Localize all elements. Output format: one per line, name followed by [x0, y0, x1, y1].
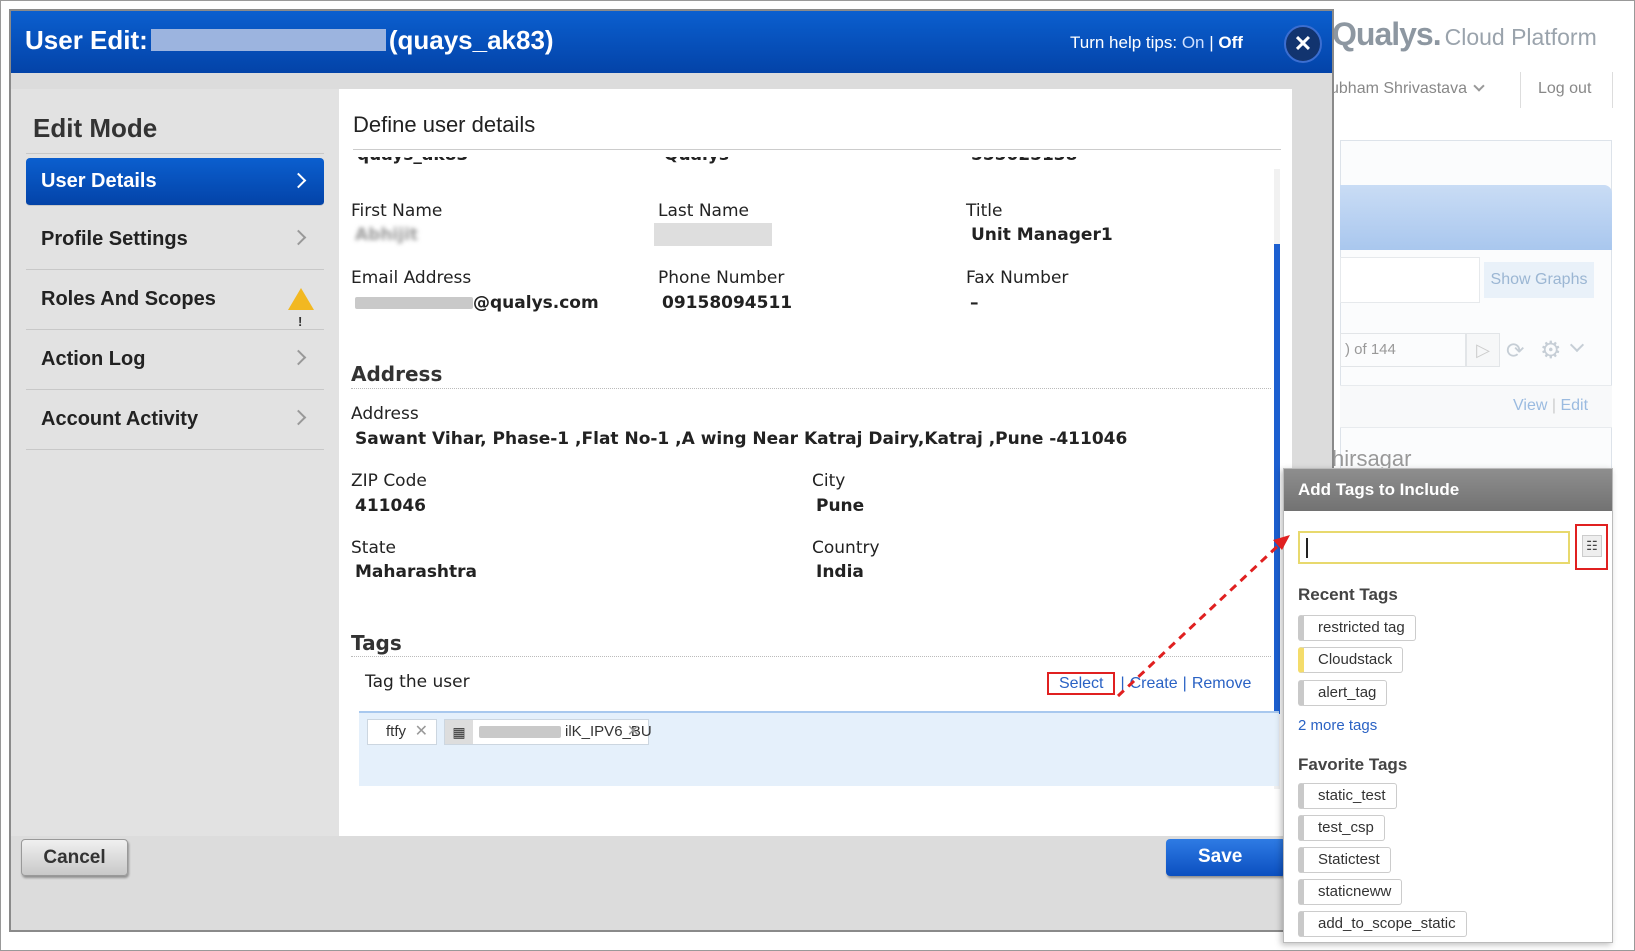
first-name-value: Abhijit: [355, 225, 419, 245]
favorite-tags-heading: Favorite Tags: [1298, 755, 1408, 774]
address-section-heading: Address: [351, 362, 443, 386]
divider: [1612, 72, 1613, 108]
help-tips-off[interactable]: Off: [1218, 33, 1243, 52]
chevron-down-icon: [1473, 80, 1485, 92]
logout-link[interactable]: Log out: [1538, 80, 1591, 98]
remove-tag-icon[interactable]: ✕: [627, 720, 640, 744]
remove-tag-link[interactable]: Remove: [1192, 675, 1252, 692]
tree-view-icon: ☷: [1582, 535, 1602, 557]
chevron-right-icon: [290, 409, 307, 426]
email-label: Email Address: [351, 268, 472, 288]
favorite-tag[interactable]: test_csp: [1298, 815, 1385, 841]
next-page-button[interactable]: ▷: [1466, 333, 1500, 367]
recent-tags-heading: Recent Tags: [1298, 585, 1398, 604]
dialog-title: User Edit: (quays_ak83): [25, 25, 554, 55]
state-label: State: [351, 538, 396, 558]
tag-the-user-label: Tag the user: [365, 672, 470, 692]
cancel-button[interactable]: Cancel: [21, 839, 128, 876]
redacted-last-name: [654, 223, 772, 246]
tags-section-heading: Tags: [351, 631, 402, 655]
redacted-email: [355, 297, 473, 309]
add-tags-popup: Add Tags to Include ☷ Recent Tags restri…: [1283, 468, 1613, 943]
warning-icon: !: [288, 288, 314, 329]
first-name-label: First Name: [351, 201, 443, 221]
tag-actions: Select | Create | Remove: [1047, 672, 1252, 695]
chevron-right-icon: [290, 229, 307, 246]
sidebar-item-user-details[interactable]: User Details: [26, 158, 324, 206]
sidebar-item-action-log[interactable]: Action Log: [26, 330, 324, 390]
qualys-logo: Qualys. Cloud Platform: [1332, 16, 1597, 52]
help-tips-on[interactable]: On: [1182, 33, 1205, 52]
address-label: Address: [351, 404, 419, 424]
building-icon: ▦: [445, 720, 473, 744]
chevron-right-icon: [290, 172, 307, 189]
phone-value: 09158094511: [662, 293, 793, 313]
phone-label: Phone Number: [658, 268, 785, 288]
remove-tag-icon[interactable]: ✕: [415, 720, 428, 744]
view-edit-links[interactable]: View | Edit: [1513, 397, 1588, 415]
tag-chip[interactable]: ▦ ilK_IPV6_BU ✕: [444, 719, 652, 745]
show-graphs-button[interactable]: Show Graphs: [1484, 262, 1594, 298]
page-title: Define user details: [353, 112, 536, 137]
title-label: Title: [966, 201, 1003, 221]
tree-view-button[interactable]: ☷: [1575, 524, 1608, 570]
recent-tag[interactable]: Cloudstack: [1298, 647, 1404, 673]
sidebar-item-account-activity[interactable]: Account Activity: [26, 390, 324, 450]
edit-mode-heading: Edit Mode: [33, 113, 158, 143]
help-tips-toggle: Turn help tips: On | Off: [1070, 33, 1243, 52]
user-menu[interactable]: ubham Shrivastava: [1330, 80, 1485, 98]
title-value: Unit Manager1: [971, 225, 1113, 245]
divider: [351, 656, 1271, 657]
edit-sidebar: Edit Mode User Details Profile Settings …: [11, 89, 339, 836]
close-icon[interactable]: ✕: [1284, 25, 1322, 63]
more-tags-link[interactable]: 2 more tags: [1298, 717, 1377, 734]
user-edit-dialog: User Edit: (quays_ak83) Turn help tips: O…: [9, 9, 1334, 932]
address-value: Sawant Vihar, Phase-1 ,Flat No-1 ,A wing…: [355, 429, 1128, 449]
text-cursor: [1306, 538, 1308, 558]
tag-search-input[interactable]: [1298, 531, 1570, 564]
sidebar-item-profile-settings[interactable]: Profile Settings: [26, 210, 324, 270]
recent-tag[interactable]: alert_tag: [1298, 680, 1388, 706]
country-value: India: [816, 562, 864, 582]
zip-label: ZIP Code: [351, 471, 427, 491]
recent-tag[interactable]: restricted tag: [1298, 615, 1416, 641]
zip-value: 411046: [355, 496, 426, 516]
refresh-icon[interactable]: ⟳: [1506, 338, 1524, 364]
pager-text: ) of 144: [1340, 333, 1466, 367]
fax-value: –: [970, 293, 979, 313]
tag-chip[interactable]: ftfy ✕: [367, 719, 437, 745]
city-label: City: [812, 471, 846, 491]
scrollbar-thumb[interactable]: [1274, 244, 1280, 714]
last-name-label: Last Name: [658, 201, 749, 221]
redacted-tag-prefix: [479, 726, 561, 738]
assigned-tags-area[interactable]: ftfy ✕ ▦ ilK_IPV6_BU ✕: [359, 711, 1279, 786]
select-tags-link[interactable]: Select: [1047, 672, 1116, 695]
redacted-name: [150, 29, 386, 52]
clipped-values-row: quays_ak83 Qualys 555025138: [339, 157, 1269, 169]
email-value: @qualys.com: [355, 293, 599, 313]
background-panel-header: [1340, 185, 1612, 250]
favorite-tag[interactable]: Statictest: [1298, 847, 1391, 873]
sidebar-item-roles-and-scopes[interactable]: Roles And Scopes!: [26, 270, 324, 330]
favorite-tag[interactable]: staticneww: [1298, 879, 1403, 905]
favorite-tag[interactable]: add_to_scope_static: [1298, 911, 1467, 937]
create-tag-link[interactable]: Create: [1130, 675, 1178, 692]
user-details-panel: Define user details quays_ak83 Qualys 55…: [339, 89, 1292, 836]
divider: [353, 149, 1281, 150]
background-search-input[interactable]: [1340, 257, 1480, 303]
country-label: Country: [812, 538, 880, 558]
popup-title: Add Tags to Include: [1284, 469, 1612, 511]
divider: [1520, 72, 1521, 108]
city-value: Pune: [816, 496, 865, 516]
favorite-tag[interactable]: static_test: [1298, 783, 1397, 809]
gear-icon[interactable]: ⚙: [1540, 336, 1562, 365]
chevron-right-icon: [290, 349, 307, 366]
dialog-header: User Edit: (quays_ak83) Turn help tips: O…: [11, 11, 1332, 73]
save-button[interactable]: Save: [1166, 839, 1286, 876]
state-value: Maharashtra: [355, 562, 478, 582]
fax-label: Fax Number: [966, 268, 1069, 288]
sidebar-list: User Details Profile Settings Roles And …: [26, 153, 324, 450]
divider: [351, 388, 1271, 389]
